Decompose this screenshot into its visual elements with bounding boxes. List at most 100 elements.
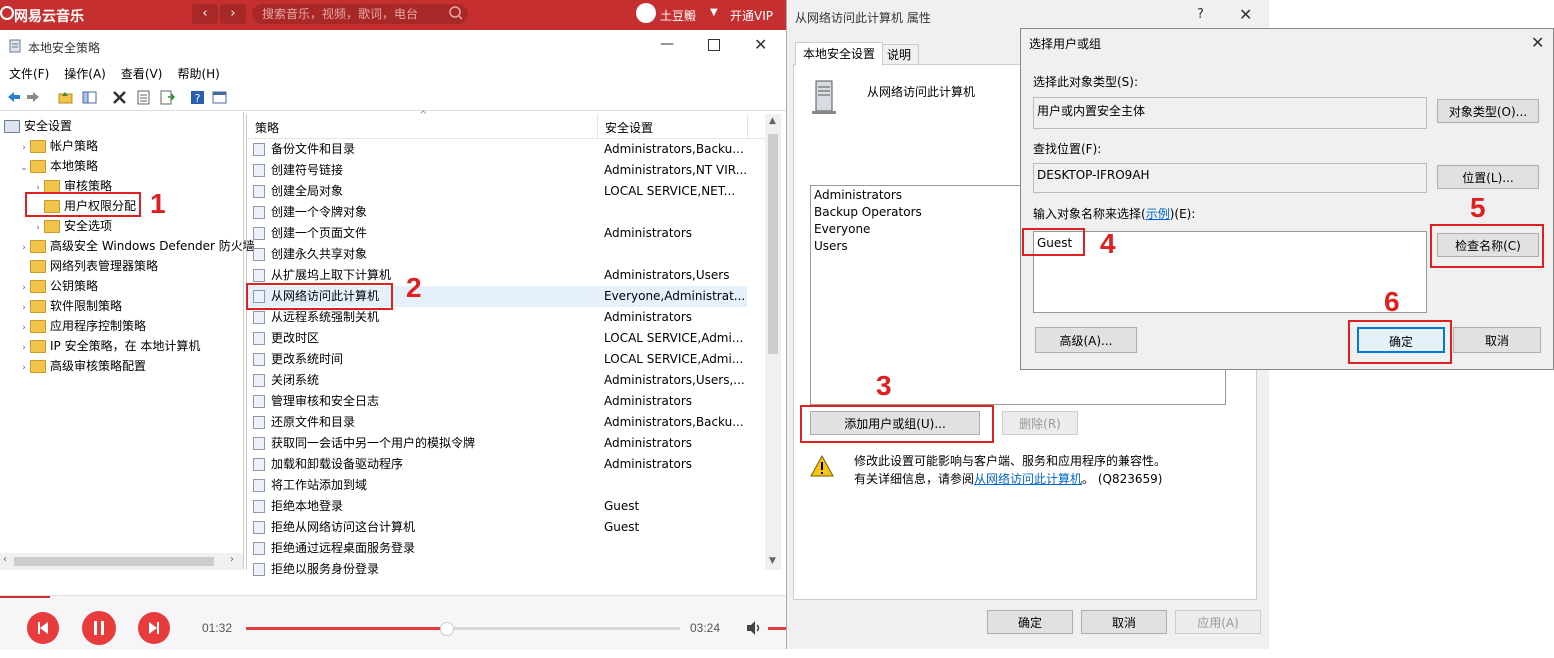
username[interactable]: 土豆毈 — [660, 7, 696, 24]
table-row[interactable]: 创建一个令牌对象 — [247, 202, 747, 223]
tree-item[interactable]: ⌄ 本地策略 — [18, 156, 98, 176]
table-row[interactable]: 创建全局对象 LOCAL SERVICE,NET... — [247, 181, 747, 202]
chevron-down-icon[interactable]: ⌄ — [18, 158, 30, 178]
chevron-right-icon[interactable]: › — [18, 278, 30, 298]
back-button[interactable]: ‹ — [192, 4, 218, 24]
tree-item[interactable]: › 软件限制策略 — [18, 296, 122, 316]
policy-help-link[interactable]: 从网络访问此计算机 — [974, 472, 1082, 486]
apply-button[interactable]: 应用(A) — [1175, 610, 1261, 634]
avatar[interactable] — [636, 3, 656, 23]
tree-item[interactable]: › 高级审核策略配置 — [18, 356, 146, 376]
minimize-button[interactable]: — — [660, 36, 674, 52]
vip-link[interactable]: 开通VIP — [730, 7, 773, 24]
advanced-button[interactable]: 高级(A)... — [1035, 327, 1137, 353]
tree-item[interactable]: › 安全选项 — [32, 216, 112, 236]
close-button[interactable]: ✕ — [754, 35, 767, 54]
table-row[interactable]: 拒绝从网络访问这台计算机 Guest — [247, 517, 747, 538]
tree-item[interactable]: 网络列表管理器策略 — [18, 256, 158, 276]
list-item[interactable]: Administrators — [814, 188, 902, 202]
table-row[interactable]: 拒绝本地登录 Guest — [247, 496, 747, 517]
chevron-right-icon[interactable]: › — [18, 238, 30, 258]
help-icon[interactable]: ? — [190, 90, 205, 105]
table-row[interactable]: 管理审核和安全日志 Administrators — [247, 391, 747, 412]
menu-help[interactable]: 帮助(H) — [177, 64, 219, 84]
object-names-input[interactable]: Guest — [1033, 231, 1427, 313]
table-row[interactable]: 从远程系统强制关机 Administrators — [247, 307, 747, 328]
menu-bar: 文件(F) 操作(A) 查看(V) 帮助(H) — [0, 64, 786, 84]
menu-action[interactable]: 操作(A) — [64, 64, 106, 84]
table-row[interactable]: 备份文件和目录 Administrators,Backu... — [247, 139, 747, 160]
table-row[interactable]: 更改系统时间 LOCAL SERVICE,Admi... — [247, 349, 747, 370]
menu-view[interactable]: 查看(V) — [121, 64, 163, 84]
chevron-right-icon[interactable]: › — [18, 318, 30, 338]
tree-item[interactable]: › IP 安全策略，在 本地计算机 — [18, 336, 200, 356]
list-item[interactable]: Users — [814, 239, 848, 253]
table-row[interactable]: 还原文件和目录 Administrators,Backu... — [247, 412, 747, 433]
tree-item[interactable]: › 应用程序控制策略 — [18, 316, 146, 336]
list-item[interactable]: Everyone — [814, 222, 870, 236]
tree-item[interactable]: › 公钥策略 — [18, 276, 98, 296]
pause-button[interactable] — [82, 611, 116, 645]
tab-local-setting[interactable]: 本地安全设置 — [795, 42, 884, 66]
chevron-right-icon[interactable]: › — [18, 138, 30, 158]
table-row[interactable]: 获取同一会话中另一个用户的模拟令牌 Administrators — [247, 433, 747, 454]
up-folder-icon[interactable] — [58, 90, 73, 105]
chevron-right-icon[interactable]: › — [18, 338, 30, 358]
music-search-input[interactable]: 搜索音乐，视频，歌词，电台 — [252, 4, 468, 24]
chevron-right-icon[interactable]: › — [32, 218, 44, 238]
chevron-right-icon[interactable]: › — [18, 358, 30, 378]
help-button[interactable]: ? — [1197, 7, 1204, 22]
chevron-right-icon[interactable]: › — [18, 298, 30, 318]
back-arrow-icon[interactable] — [6, 90, 21, 105]
enter-names-prefix: 输入对象名称来选择( — [1033, 207, 1146, 221]
folder-icon — [30, 360, 46, 373]
export-list-icon[interactable] — [160, 90, 176, 105]
table-row[interactable]: 将工作站添加到域 — [247, 475, 747, 496]
tree-item[interactable]: 安全设置 — [4, 116, 72, 136]
chevron-down-icon[interactable]: ▼ — [710, 7, 718, 18]
column-setting[interactable]: 安全设置 — [605, 119, 653, 136]
next-track-button[interactable] — [138, 612, 170, 644]
table-row[interactable]: 拒绝以服务身份登录 — [247, 559, 747, 580]
table-row[interactable]: 创建一个页面文件 Administrators — [247, 223, 747, 244]
forward-button[interactable]: › — [220, 4, 246, 24]
examples-link[interactable]: 示例 — [1146, 207, 1170, 221]
search-icon[interactable] — [449, 3, 463, 27]
tree-horizontal-scrollbar[interactable]: ‹ › — [0, 553, 243, 570]
table-row[interactable]: 加载和卸载设备驱动程序 Administrators — [247, 454, 747, 475]
select-cancel-button[interactable]: 取消 — [1453, 327, 1541, 353]
remove-button[interactable]: 删除(R) — [1002, 411, 1078, 435]
cancel-button[interactable]: 取消 — [1081, 610, 1167, 634]
column-policy[interactable]: 策略 — [255, 119, 279, 136]
table-row[interactable]: 更改时区 LOCAL SERVICE,Admi... — [247, 328, 747, 349]
delete-icon[interactable] — [112, 90, 127, 105]
table-row[interactable]: 关闭系统 Administrators,Users,... — [247, 370, 747, 391]
dialog-close-button[interactable]: ✕ — [1239, 5, 1252, 24]
ok-button[interactable]: 确定 — [987, 610, 1073, 634]
select-dialog-close-button[interactable]: ✕ — [1531, 33, 1544, 52]
tree-item[interactable]: › 高级安全 Windows Defender 防火墙 — [18, 236, 255, 256]
properties-icon[interactable] — [136, 90, 151, 105]
volume-slider[interactable] — [768, 627, 786, 630]
object-types-button[interactable]: 对象类型(O)... — [1437, 99, 1539, 123]
mmc-view-icon[interactable] — [212, 90, 227, 105]
tab-explain[interactable]: 说明 — [879, 44, 920, 66]
previous-track-button[interactable] — [27, 612, 59, 644]
table-row[interactable]: 拒绝通过远程桌面服务登录 — [247, 538, 747, 559]
tree-item-label: 帐户策略 — [50, 139, 99, 153]
maximize-button[interactable] — [708, 39, 720, 51]
list-vertical-scrollbar[interactable]: ▲ ▼ — [765, 114, 781, 570]
show-hide-tree-icon[interactable] — [82, 90, 97, 105]
step-2-highlight — [246, 283, 393, 310]
list-item[interactable]: Backup Operators — [814, 205, 922, 219]
menu-file[interactable]: 文件(F) — [9, 64, 49, 84]
policy-name: 管理审核和安全日志 — [271, 394, 380, 408]
table-row[interactable]: 创建符号链接 Administrators,NT VIR... — [247, 160, 747, 181]
forward-arrow-icon[interactable] — [26, 90, 41, 105]
volume-icon[interactable] — [745, 620, 763, 639]
seek-bar[interactable] — [246, 622, 680, 636]
seek-knob[interactable] — [439, 622, 454, 636]
table-row[interactable]: 创建永久共享对象 — [247, 244, 747, 265]
locations-button[interactable]: 位置(L)... — [1437, 165, 1539, 189]
tree-item[interactable]: › 帐户策略 — [18, 136, 98, 156]
